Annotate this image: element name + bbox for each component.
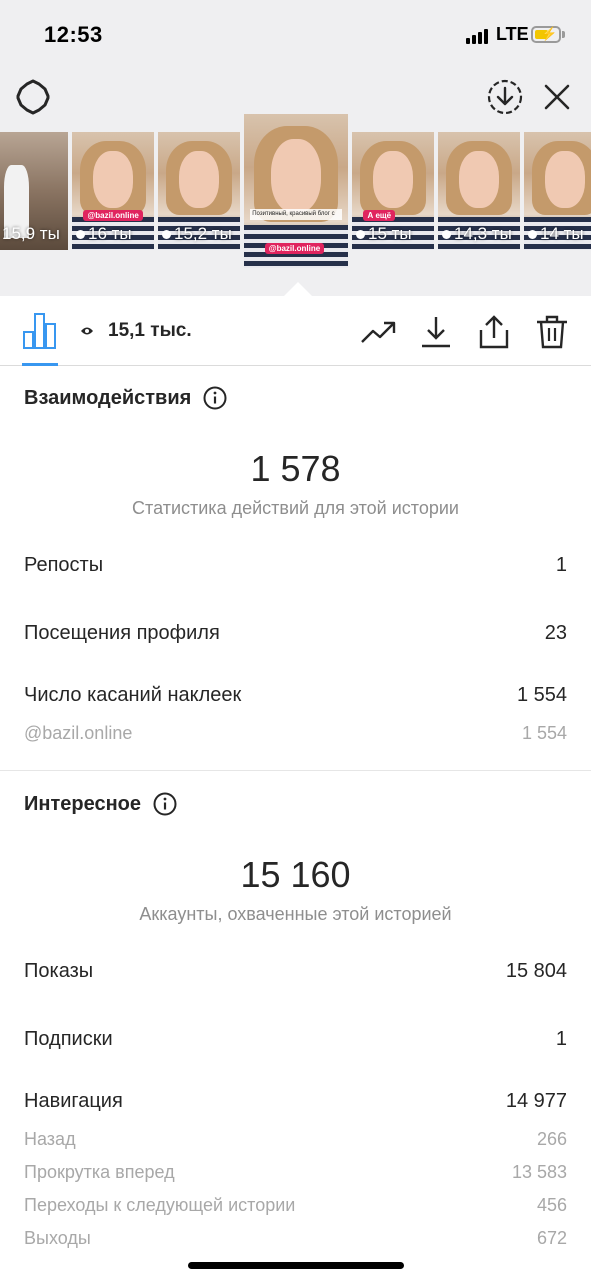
- trend-up-icon: [361, 321, 396, 343]
- promote-button[interactable]: [360, 314, 396, 350]
- stat-row: Посещения профиля 23: [24, 622, 567, 645]
- stat-sub-label: Прокрутка вперед: [24, 1162, 175, 1182]
- active-tab-indicator: [22, 363, 58, 366]
- download-button[interactable]: [418, 314, 454, 350]
- save-story-button[interactable]: [486, 78, 524, 116]
- story-thumbnail-selected[interactable]: Позитивный, красивый блог с @bazil.onlin…: [244, 114, 348, 268]
- thumbnail-tag: @bazil.online: [83, 209, 143, 221]
- section-divider: [0, 770, 591, 771]
- battery-cap: [562, 31, 565, 38]
- bar-chart-icon: [23, 313, 56, 349]
- status-bar: 12:53 LTE ⚡: [0, 0, 591, 70]
- story-thumbnail[interactable]: А ещё 15 ты: [352, 132, 434, 250]
- settings-button[interactable]: [14, 78, 52, 116]
- stat-row: Репосты 1: [24, 554, 567, 577]
- stat-value: 1: [555, 554, 567, 576]
- thumbnail-views: 14 ты: [528, 224, 584, 244]
- thumbnail-tag: А ещё: [363, 209, 396, 221]
- story-thumbnail[interactable]: 14,3 ты: [438, 132, 520, 250]
- story-thumbnail[interactable]: 14 ты: [524, 132, 591, 250]
- stat-label: Подписки: [24, 1028, 113, 1050]
- interactions-title: Взаимодействия: [24, 386, 192, 409]
- views-total[interactable]: 15,1 тыс.: [80, 320, 192, 342]
- discovery-heading: Интересное: [24, 792, 177, 816]
- discovery-caption: Аккаунты, охваченные этой историей: [139, 904, 452, 924]
- stat-sub-label: @bazil.online: [24, 723, 133, 743]
- thumbnail-views: 15 ты: [356, 224, 412, 244]
- download-icon: [422, 317, 450, 348]
- stat-value: 23: [544, 622, 567, 644]
- thumbnail-views: 15,9 ты: [2, 224, 60, 243]
- stat-value: 1 554: [516, 684, 567, 706]
- close-button[interactable]: [540, 80, 574, 114]
- stat-sub-value: 672: [536, 1228, 567, 1248]
- stat-sub-label: Выходы: [24, 1228, 91, 1248]
- stat-value: 1: [555, 1028, 567, 1050]
- home-indicator[interactable]: [188, 1262, 404, 1269]
- story-thumbnails: 15,9 ты @bazil.online 16 ты 15,2 ты Пози…: [0, 114, 591, 270]
- thumbnail-caption: Позитивный, красивый блог с: [250, 209, 342, 221]
- stat-sub-row: Переходы к следующей истории 456: [24, 1195, 567, 1216]
- story-thumbnail[interactable]: 15,2 ты: [158, 132, 240, 250]
- stat-sub-row: Выходы 672: [24, 1228, 567, 1249]
- stat-label: Навигация: [24, 1090, 123, 1112]
- stat-sub-value: 1 554: [521, 723, 567, 743]
- stat-sub-row: Прокрутка вперед 13 583: [24, 1162, 567, 1183]
- charging-icon: ⚡: [541, 26, 558, 41]
- interactions-caption: Статистика действий для этой истории: [132, 498, 459, 518]
- thumbnail-views: 15,2 ты: [162, 224, 232, 244]
- stat-label: Посещения профиля: [24, 622, 220, 644]
- tab-insights[interactable]: [22, 310, 58, 350]
- stat-label: Репосты: [24, 554, 104, 576]
- discovery-title: Интересное: [24, 792, 141, 815]
- stat-sub-value: 456: [536, 1195, 567, 1215]
- gear-icon: [16, 79, 50, 115]
- network-label: LTE: [496, 24, 529, 44]
- info-icon[interactable]: [153, 792, 177, 816]
- stat-sub-row: @bazil.online 1 554: [24, 723, 567, 744]
- stat-value: 15 804: [505, 960, 567, 982]
- delete-button[interactable]: [534, 314, 570, 350]
- stat-sub-row: Назад 266: [24, 1129, 567, 1150]
- thumbnail-views: 16 ты: [76, 224, 132, 244]
- stat-sub-label: Переходы к следующей истории: [24, 1195, 296, 1215]
- thumbnail-views: 14,3 ты: [442, 224, 512, 244]
- share-icon: [479, 315, 509, 349]
- stat-sub-value: 13 583: [511, 1162, 567, 1182]
- insights-tabbar: 15,1 тыс.: [0, 296, 591, 366]
- interactions-heading: Взаимодействия: [24, 386, 227, 410]
- signal-icon: [466, 28, 492, 44]
- trash-icon: [537, 315, 567, 349]
- thumbnail-tag: @bazil.online: [264, 243, 325, 255]
- interactions-total: 1 578: [250, 448, 341, 489]
- download-circle-icon: [487, 79, 523, 115]
- close-icon: [544, 84, 570, 110]
- eye-icon: [81, 327, 93, 335]
- stat-label: Число касаний наклеек: [24, 684, 242, 706]
- stat-sub-value: 266: [536, 1129, 567, 1149]
- discovery-total: 15 160: [240, 854, 351, 895]
- story-thumbnail[interactable]: 15,9 ты: [0, 132, 68, 250]
- stat-row: Подписки 1: [24, 1028, 567, 1051]
- stat-value: 14 977: [505, 1090, 567, 1112]
- status-time: 12:53: [44, 22, 103, 47]
- story-thumbnail[interactable]: @bazil.online 16 ты: [72, 132, 154, 250]
- stat-label: Показы: [24, 960, 94, 982]
- stat-row: Число касаний наклеек 1 554: [24, 684, 567, 707]
- stat-sub-label: Назад: [24, 1129, 76, 1149]
- stat-row: Показы 15 804: [24, 960, 567, 983]
- share-button[interactable]: [476, 314, 512, 350]
- selected-story-pointer: [284, 282, 312, 296]
- views-total-label: 15,1 тыс.: [108, 320, 192, 341]
- info-icon[interactable]: [203, 386, 227, 410]
- stat-row: Навигация 14 977: [24, 1090, 567, 1113]
